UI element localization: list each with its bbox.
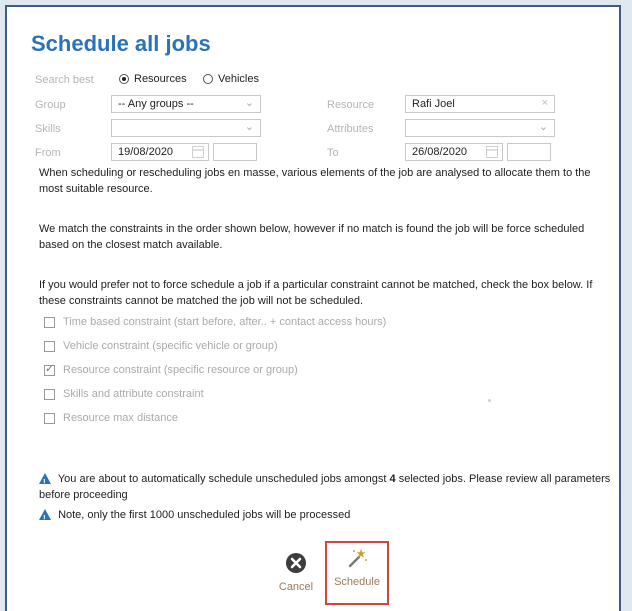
resource-label: Resource [327,99,375,111]
constraint-label: Skills and attribute constraint [63,388,204,400]
from-time-input[interactable] [213,143,257,161]
radio-resources[interactable]: Resources [119,73,187,85]
constraint-skills[interactable]: Skills and attribute constraint [44,388,204,400]
stray-dot [488,399,491,402]
constraint-time[interactable]: Time based constraint (start before, aft… [44,316,386,328]
limit-note-text: Note, only the first 1000 unscheduled jo… [58,509,351,521]
resource-constraint-checkbox[interactable] [44,362,55,376]
warning-icon: ! [39,473,51,487]
skills-constraint-checkbox[interactable] [44,388,55,400]
constraint-label: Vehicle constraint (specific vehicle or … [63,340,278,352]
resource-select[interactable]: Rafi Joel × [405,95,555,113]
calendar-icon[interactable] [486,146,498,158]
radio-vehicles[interactable]: Vehicles [203,73,259,85]
from-label: From [35,147,61,159]
skills-select[interactable]: ⌄ [111,119,261,137]
constraint-label: Resource constraint (specific resource o… [63,364,298,376]
schedule-warning: ! You are about to automatically schedul… [39,471,619,503]
from-date-value: 19/08/2020 [118,146,174,158]
distance-constraint-checkbox[interactable] [44,412,55,424]
constraint-vehicle[interactable]: Vehicle constraint (specific vehicle or … [44,340,278,352]
radio-resources-dot[interactable] [119,74,129,84]
constraint-distance[interactable]: Resource max distance [44,412,178,424]
constraint-label: Resource max distance [63,412,178,424]
warning-icon: ! [39,509,51,523]
attributes-label: Attributes [327,123,374,135]
search-best-label: Search best [35,74,94,86]
schedule-label: Schedule [334,576,380,588]
time-constraint-checkbox[interactable] [44,316,55,328]
schedule-button[interactable]: Schedule [328,547,386,588]
cancel-label: Cancel [278,581,314,593]
warning-pre: You are about to automatically schedule … [57,473,390,485]
match-paragraph: We match the constraints in the order sh… [39,223,585,251]
chevron-down-icon: ⌄ [244,121,254,133]
cancel-icon [286,553,306,573]
group-value: -- Any groups -- [118,98,194,110]
chevron-down-icon: ⌄ [538,121,548,133]
intro-paragraph: When scheduling or rescheduling jobs en … [39,167,591,195]
skills-label: Skills [35,123,61,135]
from-date-input[interactable]: 19/08/2020 [111,143,209,161]
to-label: To [327,147,339,159]
group-label: Group [35,99,66,111]
schedule-dialog: Schedule all jobs Search best Resources … [5,5,621,611]
limit-note: ! Note, only the first 1000 unscheduled … [39,507,619,523]
group-select[interactable]: -- Any groups -- ⌄ [111,95,261,113]
radio-resources-label: Resources [134,73,187,85]
radio-vehicles-dot[interactable] [203,74,213,84]
to-time-input[interactable] [507,143,551,161]
constraint-label: Time based constraint (start before, aft… [63,316,387,328]
calendar-icon[interactable] [192,146,204,158]
vehicle-constraint-checkbox[interactable] [44,340,55,352]
cancel-button[interactable]: Cancel [275,552,317,593]
dialog-title: Schedule all jobs [31,31,211,56]
chevron-down-icon: ⌄ [244,97,254,109]
force-paragraph: If you would prefer not to force schedul… [39,279,593,307]
to-date-value: 26/08/2020 [412,146,468,158]
radio-vehicles-label: Vehicles [218,73,259,85]
to-date-input[interactable]: 26/08/2020 [405,143,503,161]
attributes-select[interactable]: ⌄ [405,119,555,137]
clear-icon[interactable]: × [542,97,548,109]
constraint-resource[interactable]: Resource constraint (specific resource o… [44,362,298,376]
magic-wand-icon [348,549,367,568]
resource-value: Rafi Joel [412,98,455,110]
